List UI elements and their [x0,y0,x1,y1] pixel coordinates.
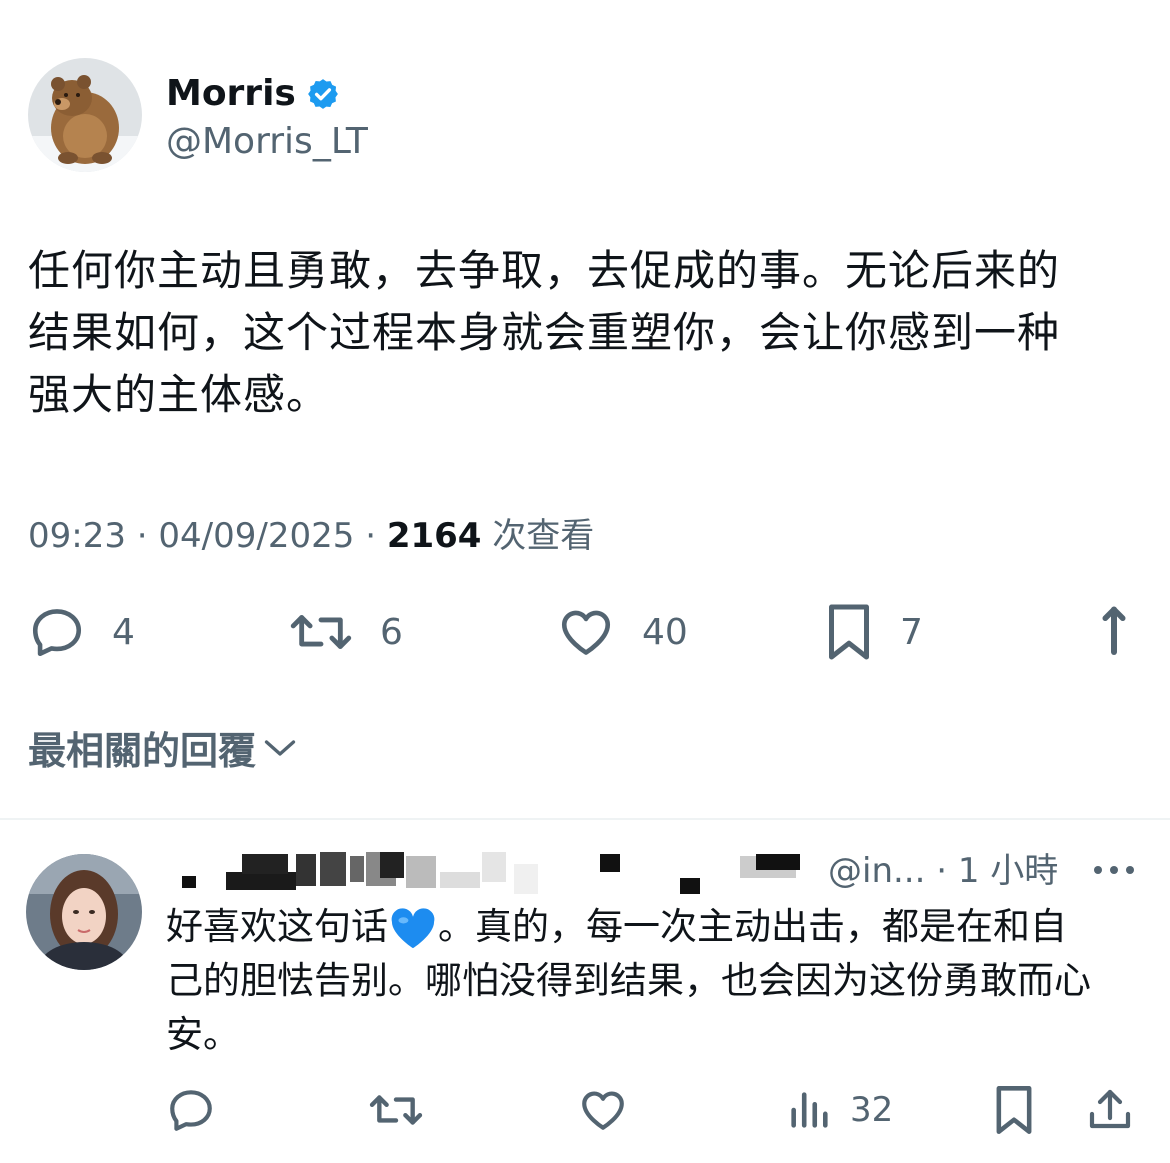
bookmark-count: 7 [900,611,923,653]
tweet-text-line: 任何你主动且勇敢，去争取，去促成的事。无论后来的 [28,246,1061,295]
bookmark-button[interactable]: 7 [824,600,923,664]
meta-separator: · [136,516,148,556]
retweet-icon [290,615,352,649]
tweet-text-line: 强大的主体感。 [28,370,330,419]
share-icon [1089,1089,1131,1129]
replies-sort-dropdown[interactable]: 最相關的回覆 [28,720,298,775]
share-icon [1102,606,1126,655]
reply-text-line: 安。 [166,1013,240,1056]
like-count: 40 [642,611,688,653]
bookmark-icon [996,1086,1032,1134]
reply-meta: @in... · 1 小時 [828,848,1058,894]
reply-like-button[interactable] [578,1082,628,1138]
author-display-name[interactable]: Morris [166,73,296,114]
author-name-row: Morris [166,69,368,119]
tweet-text: 任何你主动且勇敢，去争取，去促成的事。无论后来的 结果如何，这个过程本身就会重塑… [28,240,1128,426]
reply-bookmark-button[interactable] [992,1082,1036,1138]
author-handle[interactable]: @Morris_LT [166,121,368,162]
more-options-icon[interactable] [1092,862,1136,878]
retweet-count: 6 [380,611,403,653]
tweet-actions: 4 6 40 7 [28,600,1148,664]
reply-share-button[interactable] [1086,1082,1134,1138]
reply-actions: 32 [166,1082,1146,1138]
heart-icon [561,610,611,655]
blue-heart-emoji-icon [391,907,435,948]
meta-separator: · [936,851,948,891]
tweet-time[interactable]: 09:23 [28,516,126,556]
reply-item[interactable]: @in... · 1 小時 好喜欢这句话 。真的，每一次主动出击，都是在和自 己的… [0,820,1170,1163]
reply-handle[interactable]: @in... [828,851,925,891]
tweet-text-line: 结果如何，这个过程本身就会重塑你，会让你感到一种 [28,308,1061,357]
views-count[interactable]: 2164 [387,516,482,556]
reply-reply-button[interactable] [166,1082,216,1138]
reply-text-part: 。真的，每一次主动出击，都是在和自 [438,905,1067,948]
views-bar-chart-icon [791,1092,828,1128]
tweet-meta: 09:23 · 04/09/2025 · 2164 次查看 [28,508,594,557]
reply-avatar[interactable] [26,854,142,970]
tweet-date[interactable]: 04/09/2025 [158,516,354,556]
verified-badge-icon [306,77,340,111]
share-button[interactable] [1094,600,1134,664]
bear-avatar-image [28,58,142,172]
reply-text-line: 己的胆怯告别。哪怕没得到结果，也会因为这份勇敢而心 [166,959,1091,1002]
meta-separator: · [365,516,377,556]
reply-icon [170,1090,212,1131]
reply-text: 好喜欢这句话 。真的，每一次主动出击，都是在和自 己的胆怯告别。哪怕没得到结果，也… [166,900,1156,1062]
retweet-button[interactable]: 6 [288,600,403,664]
reply-time[interactable]: 1 小時 [958,851,1058,891]
reply-text-line: 好喜欢这句话 。真的，每一次主动出击，都是在和自 [166,900,1156,954]
retweet-icon [369,1095,423,1125]
like-button[interactable]: 40 [556,600,688,664]
heart-icon [582,1091,624,1130]
views-label[interactable]: 次查看 [492,516,594,556]
reply-views-count: 32 [850,1090,894,1130]
reply-retweet-button[interactable] [368,1082,424,1138]
reply-views-button[interactable]: 32 [786,1082,893,1138]
author-info: Morris @Morris_LT [166,69,368,162]
bookmark-icon [829,604,869,660]
reply-text-part: 好喜欢这句话 [166,905,388,948]
tweet-header: Morris @Morris_LT [28,58,368,172]
chevron-down-icon [264,739,296,756]
reply-count: 4 [112,611,135,653]
replies-sort-label: 最相關的回覆 [28,729,257,773]
author-avatar[interactable] [28,58,142,172]
redacted-display-name [182,852,800,894]
reply-button[interactable]: 4 [28,600,135,664]
reply-icon [32,609,82,657]
reply-header: @in... · 1 小時 [166,848,1146,894]
reply-avatar-image [26,854,142,970]
